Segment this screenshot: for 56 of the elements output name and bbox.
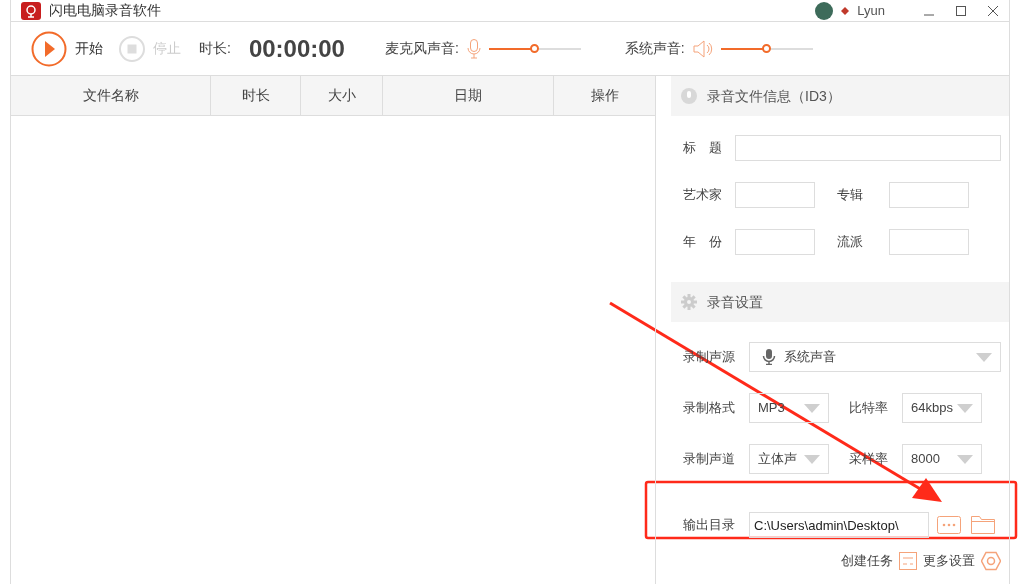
section-title: 录音文件信息（ID3） <box>707 86 841 106</box>
field-label: 艺术家 <box>683 186 723 205</box>
avatar[interactable] <box>815 1 834 20</box>
volume-slider[interactable] <box>488 47 581 50</box>
text-field[interactable] <box>889 229 969 255</box>
column-header[interactable]: 时长 <box>211 76 301 115</box>
text-field[interactable] <box>889 182 969 208</box>
field-label: 专辑 <box>837 186 864 205</box>
volume-label: 系统声音: <box>624 39 685 58</box>
start-button[interactable]: 开始 <box>31 30 103 67</box>
field-label: 年 份 <box>683 233 723 252</box>
field-label: 比特率 <box>849 399 889 418</box>
duration-label: 时长: <box>199 39 231 58</box>
caret-icon <box>804 454 820 464</box>
dropdown[interactable]: 64kbps <box>902 393 982 423</box>
caret-icon <box>976 352 992 362</box>
hexagon-icon <box>981 551 1001 571</box>
create-task-button[interactable]: 创建任务 <box>841 551 917 571</box>
field-label: 录制声道 <box>683 450 736 469</box>
column-header[interactable]: 操作 <box>554 76 655 115</box>
microphone-icon <box>681 88 697 104</box>
volume-label: 麦克风声音: <box>384 39 459 58</box>
close-icon[interactable] <box>987 4 999 17</box>
maximize-icon[interactable] <box>955 4 967 17</box>
caret-icon <box>957 403 973 413</box>
field-label: 输出目录 <box>683 516 736 535</box>
text-field[interactable] <box>735 182 815 208</box>
dropdown[interactable]: 8000 <box>902 444 982 474</box>
dropdown[interactable]: 立体声 <box>749 444 829 474</box>
field-label: 录制格式 <box>683 399 736 418</box>
task-list-icon <box>899 552 917 570</box>
diamond-icon <box>841 6 850 15</box>
section-title: 录音设置 <box>707 292 763 312</box>
more-settings-button[interactable]: 更多设置 <box>923 551 1001 571</box>
caret-icon <box>957 454 973 464</box>
column-header[interactable]: 日期 <box>383 76 554 115</box>
path-field[interactable]: C:\Users\admin\Desktop\ <box>749 512 929 538</box>
gear-icon <box>681 294 697 310</box>
more-icon[interactable] <box>937 516 961 534</box>
duration-timer: 00:00:00 <box>248 33 345 64</box>
column-header[interactable]: 大小 <box>301 76 383 115</box>
dropdown[interactable]: 系统声音 <box>749 342 1001 372</box>
user-name: Lyun <box>857 1 885 20</box>
microphone-icon <box>466 38 481 59</box>
microphone-icon <box>762 349 776 365</box>
field-label: 流派 <box>837 233 864 252</box>
window-title: 闪电电脑录音软件 <box>49 1 161 20</box>
text-field[interactable] <box>735 135 1001 161</box>
dropdown[interactable]: MP3 <box>749 393 829 423</box>
column-header[interactable]: 文件名称 <box>11 76 211 115</box>
volume-slider[interactable] <box>720 47 813 50</box>
text-field[interactable] <box>735 229 815 255</box>
speaker-icon <box>692 38 713 59</box>
field-label: 标 题 <box>683 139 723 158</box>
folder-icon[interactable] <box>971 516 995 534</box>
caret-icon <box>804 403 820 413</box>
